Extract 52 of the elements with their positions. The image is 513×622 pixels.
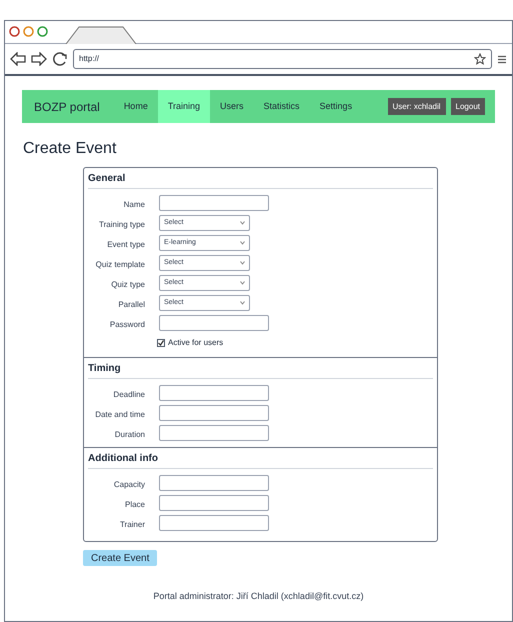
field-label: Event type: [107, 240, 145, 249]
input-field[interactable]: [159, 425, 269, 441]
back-arrow-icon[interactable]: [10, 52, 26, 66]
page-title: Create Event: [23, 139, 118, 159]
caret-icon: [240, 261, 245, 265]
field-label: Parallel: [118, 300, 145, 309]
input-field[interactable]: [159, 405, 269, 421]
create-event-button[interactable]: Create Event: [83, 550, 158, 566]
maximize-dot-icon[interactable]: [37, 26, 48, 37]
field-label: Capacity: [114, 480, 145, 489]
address-bar[interactable]: http://: [73, 49, 492, 69]
checkbox[interactable]: [157, 339, 165, 347]
field-label: Trainer: [120, 520, 145, 529]
star-icon[interactable]: [474, 53, 486, 65]
caret-icon: [240, 241, 245, 245]
input-field[interactable]: [159, 495, 269, 511]
input-field[interactable]: [159, 515, 269, 531]
nav-tab[interactable]: Statistics: [254, 90, 310, 123]
input-field[interactable]: [159, 475, 269, 491]
section-heading: General: [88, 171, 433, 189]
caret-icon: [240, 301, 245, 305]
caret-icon: [240, 221, 245, 225]
field-label: Name: [124, 200, 145, 209]
nav-tab[interactable]: Home: [114, 90, 158, 123]
section-heading: Timing: [88, 361, 433, 379]
minimize-dot-icon[interactable]: [23, 26, 34, 37]
browser-tab[interactable]: [65, 26, 137, 44]
brand-logo[interactable]: BOZP portal: [34, 98, 100, 116]
field-label: Date and time: [95, 410, 145, 419]
field-label: Duration: [114, 430, 145, 439]
nav-tab[interactable]: Users: [210, 90, 254, 123]
close-dot-icon[interactable]: [9, 26, 20, 37]
input-field[interactable]: [159, 315, 269, 331]
field-label: Deadline: [113, 390, 145, 399]
reload-icon[interactable]: [52, 51, 68, 67]
menu-icon[interactable]: [497, 54, 507, 64]
checkbox-label[interactable]: Active for users: [168, 337, 224, 349]
field-label: Quiz type: [111, 280, 145, 289]
input-field[interactable]: [159, 195, 269, 211]
field-label: Place: [124, 500, 145, 509]
caret-icon: [240, 281, 245, 285]
logout-button[interactable]: Logout: [450, 98, 485, 115]
field-label: Training type: [99, 220, 145, 229]
field-label: Quiz template: [96, 260, 145, 269]
nav-tab[interactable]: Training: [158, 90, 210, 123]
field-label: Password: [110, 320, 145, 329]
section-heading: Additional info: [88, 451, 433, 469]
input-field[interactable]: [159, 385, 269, 401]
user-button[interactable]: User: xchladil: [388, 98, 446, 115]
forward-arrow-icon[interactable]: [31, 52, 47, 66]
nav-tab[interactable]: Settings: [310, 90, 362, 123]
footer-text: Portal administrator: Jiří Chladil (xchladil@fit.cvut.cz): [153, 590, 364, 600]
